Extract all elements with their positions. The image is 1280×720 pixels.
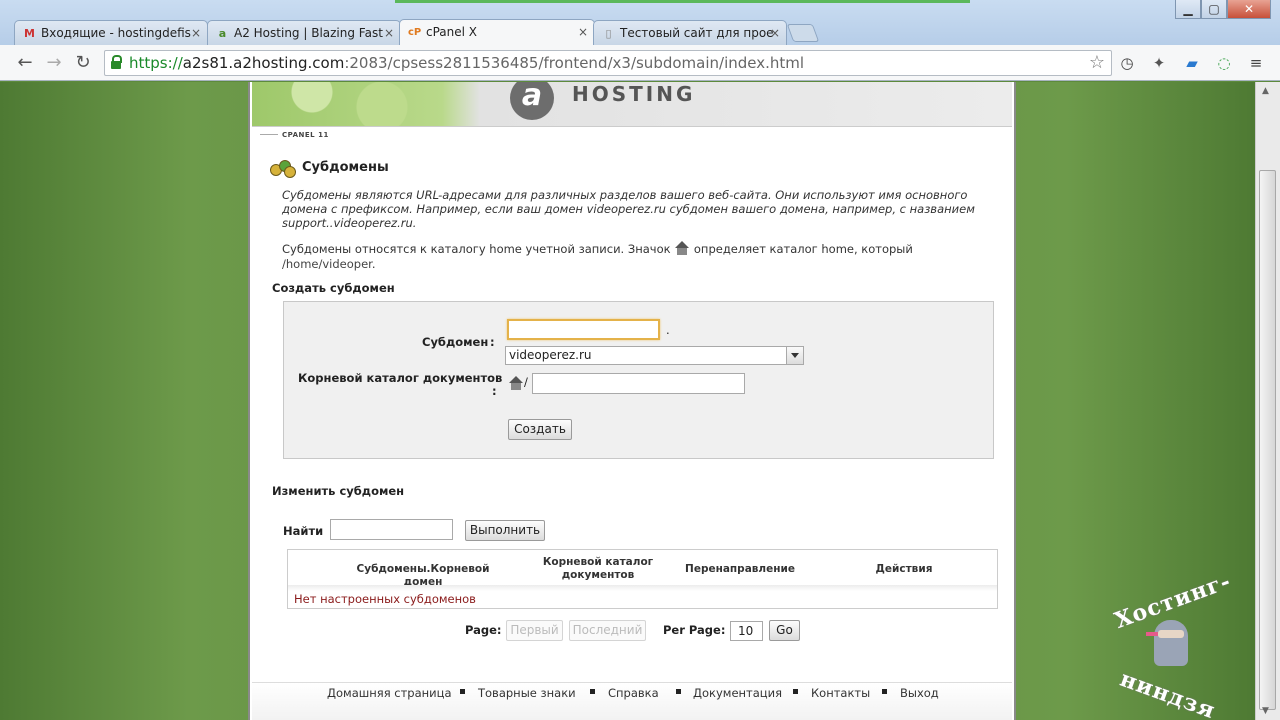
page-icon: ▯ [605, 27, 612, 40]
subdomains-icon [270, 160, 296, 178]
footer-link-logout[interactable]: Выход [900, 686, 939, 700]
minimize-button[interactable]: ▁ [1175, 0, 1201, 19]
close-tab-icon[interactable]: × [384, 21, 394, 45]
create-button[interactable]: Создать [508, 419, 572, 440]
sync-extension-icon[interactable]: ◌ [1215, 54, 1233, 72]
empty-table-message: Нет настроенных субдоменов [294, 592, 476, 606]
column-header[interactable]: Субдомены.Корневой домен [338, 563, 508, 589]
forward-arrow-icon[interactable]: → [42, 51, 66, 75]
subdomain-input[interactable] [507, 319, 660, 340]
browser-toolbar: ← → ↻ https://a2s81.a2hosting.com:2083/c… [0, 45, 1280, 81]
tab-a2-hosting[interactable]: a A2 Hosting | Blazing Fast × [207, 20, 401, 45]
search-input[interactable] [330, 519, 453, 540]
subdomain-dot: . [666, 323, 670, 337]
a2-hosting-banner: a HOSTING [252, 82, 1012, 126]
close-tab-icon[interactable]: × [191, 21, 201, 45]
last-page-button[interactable]: Последний [569, 620, 646, 641]
bookmark-star-icon[interactable]: ☆ [1089, 52, 1105, 73]
ninja-watermark-logo: Хостинг- ниндзя [1110, 568, 1240, 720]
gmail-icon: M [24, 27, 35, 40]
scroll-down-icon[interactable]: ▼ [1262, 706, 1269, 716]
first-page-button[interactable]: Первый [506, 620, 563, 641]
a2-logo-icon: a [510, 82, 554, 120]
home-path-line: /home/videoper. [282, 257, 376, 271]
per-page-label: Per Page: [663, 623, 726, 637]
description-line-1: Субдомены являются URL-адресами для разл… [282, 188, 968, 202]
new-tab-button[interactable] [786, 24, 820, 42]
reload-icon[interactable]: ↻ [71, 51, 95, 75]
tab-gmail[interactable]: M Входящие - hostingdefis × [14, 20, 208, 45]
footer-link-home[interactable]: Домашняя страница [327, 686, 452, 700]
url-scheme: https:// [129, 54, 183, 72]
footer-separator [460, 689, 465, 694]
brand-text: HOSTING [572, 82, 696, 106]
go-button[interactable]: Go [769, 620, 800, 641]
clock-extension-icon[interactable]: ◷ [1118, 54, 1136, 72]
page-title: Субдомены [302, 160, 389, 175]
cpanel-version-label: CPANEL 11 [252, 126, 1012, 142]
subdomain-label: Субдомен [422, 335, 489, 349]
table-header: Субдомены.Корневой домен Корневой катало… [288, 550, 997, 591]
docroot-label: Корневой каталог документов [298, 371, 503, 385]
ninja-icon [1146, 620, 1188, 666]
home-note: Субдомены относятся к каталогу home учет… [282, 241, 913, 256]
browser-titlebar: M Входящие - hostingdefis × a A2 Hosting… [0, 0, 1280, 46]
address-bar[interactable]: https://a2s81.a2hosting.com:2083/cpsess2… [104, 50, 1112, 76]
root-domain-select[interactable]: videoperez.ru [505, 346, 804, 365]
docroot-colon: : [492, 384, 497, 398]
maximize-button[interactable]: ▢ [1201, 0, 1227, 19]
create-subdomain-heading: Создать субдомен [272, 281, 395, 295]
watermark-bottom-text: ниндзя [1116, 665, 1219, 720]
docroot-input[interactable] [532, 373, 745, 394]
column-header: Действия [875, 563, 933, 575]
subdomain-colon: : [490, 335, 495, 349]
tab-test-site[interactable]: ▯ Тестовый сайт для прое × [593, 20, 787, 45]
footer-link-help[interactable]: Справка [608, 686, 659, 700]
close-tab-icon[interactable]: × [770, 21, 780, 45]
modify-subdomain-heading: Изменить субдомен [272, 484, 405, 498]
footer-separator [676, 689, 681, 694]
a2-icon: a [218, 27, 227, 40]
search-label: Найти [283, 524, 324, 538]
scroll-up-icon[interactable]: ▲ [1262, 86, 1269, 96]
puzzle-extension-icon[interactable]: ✦ [1150, 54, 1168, 72]
page-viewport: a HOSTING CPANEL 11 Субдомены Субдомены … [0, 82, 1255, 720]
description-line-2: домена с префиксом. Например, если ваш д… [282, 202, 975, 216]
close-tab-icon[interactable]: × [578, 20, 588, 44]
footer-link-docs[interactable]: Документация [693, 686, 782, 700]
loading-indicator [395, 0, 970, 3]
footer: Домашняя страница Товарные знаки Справка… [252, 682, 1012, 720]
home-icon [508, 376, 524, 391]
column-header: Перенаправление [685, 563, 795, 575]
home-path-link[interactable]: /home/videoper [282, 257, 372, 271]
docroot-slash: / [524, 375, 528, 389]
tab-cpanel[interactable]: cP cPanel X × [399, 19, 595, 46]
notes-extension-icon[interactable]: ▰ [1183, 54, 1201, 72]
page-scrollbar[interactable]: ▲ ▼ [1255, 82, 1280, 720]
back-arrow-icon[interactable]: ← [13, 51, 37, 75]
menu-icon[interactable]: ≡ [1247, 54, 1265, 72]
footer-link-contacts[interactable]: Контакты [811, 686, 870, 700]
search-button[interactable]: Выполнить [465, 520, 545, 541]
create-subdomain-form: Субдомен : . videoperez.ru Корневой ката… [283, 301, 994, 459]
footer-separator [882, 689, 887, 694]
cpanel-page: a HOSTING CPANEL 11 Субдомены Субдомены … [248, 82, 1016, 720]
column-header[interactable]: Корневой каталог документов [538, 556, 658, 582]
url-path: :2083/cpsess2811536485/frontend/x3/subdo… [344, 54, 805, 72]
url-domain: a2s81.a2hosting.com [182, 54, 345, 72]
cpanel-icon: cP [408, 27, 422, 38]
scrollbar-thumb[interactable] [1259, 170, 1276, 710]
description-line-3: support..videoperez.ru. [282, 216, 417, 230]
chevron-down-icon [786, 347, 803, 364]
footer-link-trademarks[interactable]: Товарные знаки [478, 686, 576, 700]
footer-separator [793, 689, 798, 694]
close-window-button[interactable]: ✕ [1227, 0, 1271, 19]
lock-icon [111, 55, 122, 69]
per-page-input[interactable]: 10 [730, 621, 763, 641]
page-label: Page: [465, 623, 502, 637]
home-icon [674, 241, 690, 256]
subdomains-table: Субдомены.Корневой домен Корневой катало… [287, 549, 998, 609]
footer-separator [590, 689, 595, 694]
